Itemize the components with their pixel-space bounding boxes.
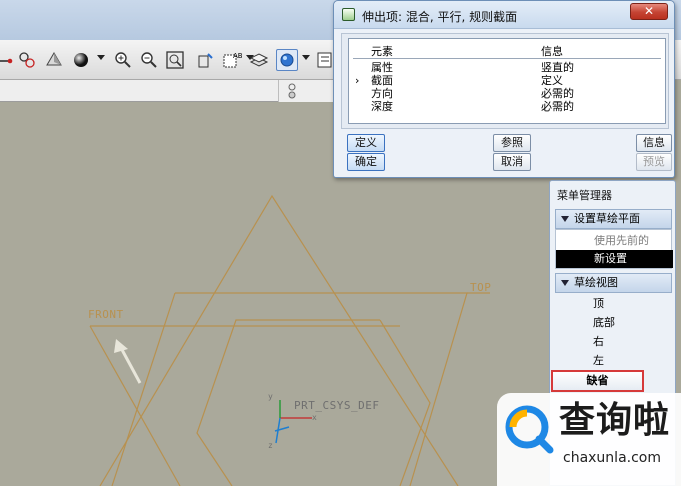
- spin-center-icon[interactable]: [287, 83, 297, 102]
- menu-item-left[interactable]: 左: [555, 352, 672, 370]
- element-name: 属性: [371, 61, 393, 74]
- column-header-element: 元素: [371, 45, 393, 58]
- collapse-triangle-icon: [561, 280, 569, 286]
- chevron-down-icon[interactable]: [97, 55, 105, 60]
- refit-icon[interactable]: [164, 49, 186, 71]
- menu-item-bottom[interactable]: 底部: [555, 314, 672, 332]
- element-name: 截面: [371, 74, 393, 87]
- top-label: TOP: [470, 281, 492, 294]
- watermark: 查询啦 chaxunla.com: [497, 393, 681, 486]
- zoom-out-icon[interactable]: [138, 49, 160, 71]
- define-button[interactable]: 定义: [347, 134, 385, 152]
- orient-icon[interactable]: [194, 49, 216, 71]
- cancel-button[interactable]: 取消: [493, 153, 531, 171]
- element-info: 必需的: [541, 87, 574, 100]
- sketch-view-header[interactable]: 草绘视图: [555, 273, 672, 293]
- render-sphere-icon[interactable]: [70, 49, 92, 71]
- preview-button[interactable]: 预览: [636, 153, 672, 171]
- layer-icon[interactable]: [248, 49, 270, 71]
- view-shade-icon[interactable]: [43, 49, 65, 71]
- direction-arrow: [118, 345, 142, 384]
- menu-item-default[interactable]: 缺省: [551, 370, 644, 392]
- element-panel: 元素 信息 属性 竖直的 › 截面 定义 方向 必需的 深度 必需的: [341, 33, 669, 129]
- element-list[interactable]: 元素 信息 属性 竖直的 › 截面 定义 方向 必需的 深度 必需的: [348, 38, 666, 124]
- front-label: FRONT: [88, 308, 124, 321]
- element-info: 定义: [541, 74, 563, 87]
- axis-y-label: y: [268, 392, 274, 401]
- reference-button[interactable]: 参照: [493, 134, 531, 152]
- secondary-toolbar-group: [278, 80, 340, 102]
- menu-item-top[interactable]: 顶: [555, 295, 672, 313]
- watermark-text: 查询啦: [559, 400, 671, 441]
- view-manager-icon[interactable]: AB: [221, 49, 243, 71]
- info-button[interactable]: 信息: [636, 134, 672, 152]
- dialog-titlebar[interactable]: 伸出项: 混合, 平行, 规则截面 ✕: [334, 1, 674, 29]
- list-item[interactable]: 属性 竖直的: [349, 61, 665, 74]
- blend-icon[interactable]: [16, 49, 38, 71]
- dialog-title: 伸出项: 混合, 平行, 规则截面: [362, 10, 518, 24]
- sketch-view-options: 顶 底部 右 左: [555, 293, 672, 375]
- column-header-info: 信息: [541, 45, 563, 58]
- right-datum-plane: [175, 292, 468, 486]
- close-icon[interactable]: ✕: [630, 3, 668, 20]
- current-marker-icon: ›: [355, 74, 360, 87]
- menu-manager-title: 菜单管理器: [557, 189, 612, 202]
- setup-sketch-plane-header[interactable]: 设置草绘平面: [555, 209, 672, 229]
- element-name: 深度: [371, 100, 393, 113]
- list-item[interactable]: 深度 必需的: [349, 100, 665, 113]
- menu-item-new-setup[interactable]: 新设置: [556, 250, 673, 268]
- chevron-down-icon[interactable]: [302, 55, 310, 60]
- list-item[interactable]: › 截面 定义: [349, 74, 665, 87]
- svg-text:AB: AB: [233, 52, 242, 60]
- watermark-url: chaxunla.com: [563, 450, 661, 466]
- element-info: 必需的: [541, 100, 574, 113]
- protrusion-dialog: 伸出项: 混合, 平行, 规则截面 ✕ 元素 信息 属性 竖直的 › 截面 定义…: [333, 0, 675, 178]
- element-name: 方向: [371, 87, 393, 100]
- ok-button[interactable]: 确定: [347, 153, 385, 171]
- header-divider: [353, 58, 661, 59]
- menu-item-right[interactable]: 右: [555, 333, 672, 351]
- setup-sketch-plane-options: 使用先前的 新设置: [555, 229, 673, 269]
- sketch-icon[interactable]: [0, 49, 14, 71]
- list-item[interactable]: 方向 必需的: [349, 87, 665, 100]
- zoom-in-icon[interactable]: [112, 49, 134, 71]
- magnifier-logo-icon: [505, 405, 554, 454]
- axis-z-label: z: [268, 441, 274, 450]
- element-info: 竖直的: [541, 61, 574, 74]
- axis-x-label: x: [312, 413, 318, 422]
- menu-item-use-previous[interactable]: 使用先前的: [556, 232, 673, 250]
- display-style-icon[interactable]: [276, 49, 298, 71]
- csys-label: PRT_CSYS_DEF: [294, 399, 380, 412]
- dialog-app-icon: [342, 8, 355, 21]
- collapse-triangle-icon: [561, 216, 569, 222]
- top-datum-plane: [99, 194, 459, 486]
